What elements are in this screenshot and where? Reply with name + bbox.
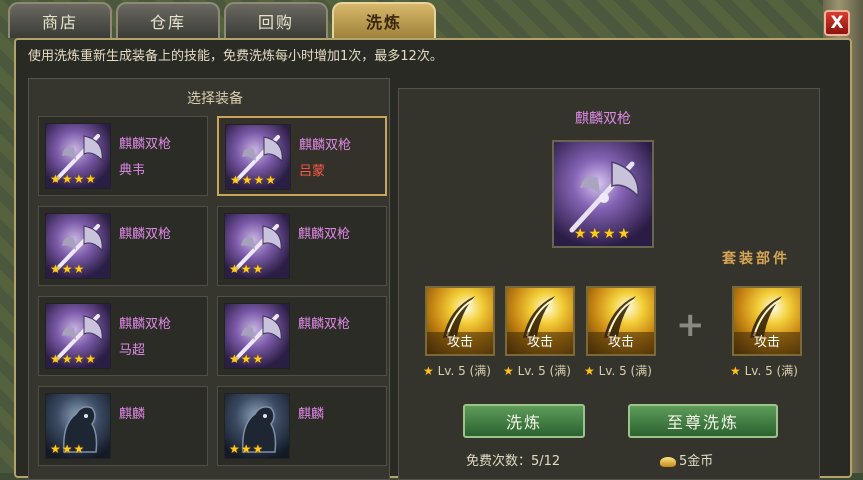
gold-cost-text: 5金币: [679, 454, 714, 469]
tab-refine[interactable]: 洗炼: [332, 2, 436, 38]
item-stars: ★★★★: [230, 173, 278, 187]
star-icon: ★: [584, 364, 595, 378]
free-refine-count: 免费次数：5/12: [466, 454, 561, 469]
item-stars: ★★★: [229, 262, 265, 276]
item-owner: 吕蒙: [299, 164, 326, 179]
skill-level: ★ Lv. 5 (满): [730, 362, 814, 379]
selected-item-title: 麒麟双枪: [575, 111, 631, 127]
item-name: 麒麟双枪: [119, 227, 172, 242]
skill-level-text: Lv. 5 (满): [437, 364, 491, 378]
equipment-slot[interactable]: ★★★★ 麒麟双枪马超: [38, 296, 208, 376]
skill-level: ★ Lv. 5 (满): [584, 362, 668, 379]
tab-warehouse[interactable]: 仓库: [116, 2, 220, 38]
equipment-slot[interactable]: ★★★ 麒麟双枪: [217, 296, 387, 376]
skill-level: ★ Lv. 5 (满): [423, 362, 507, 379]
weapon-icon: ★★★: [224, 213, 290, 279]
equipment-slot[interactable]: ★★★★ 麒麟双枪吕蒙: [217, 116, 387, 196]
gold-cost: 5金币: [660, 450, 713, 469]
skill-label: 攻击: [427, 332, 493, 354]
equipment-slot[interactable]: ★★★ 麒麟双枪: [38, 206, 208, 286]
skill-attack-icon[interactable]: 攻击: [732, 286, 802, 356]
equipment-slot[interactable]: ★★★★ 麒麟双枪典韦: [38, 116, 208, 196]
item-name: 麒麟: [119, 407, 146, 422]
plus-icon: +: [676, 305, 705, 345]
tab-bar: 商店 仓库 回购 洗炼: [8, 0, 436, 38]
item-owner: 马超: [119, 343, 146, 358]
mount-icon: ★★★: [45, 393, 111, 459]
equipment-list-title: 选择装备: [187, 91, 243, 107]
star-icon: ★: [503, 364, 514, 378]
item-stars: ★★★: [229, 442, 265, 456]
selected-weapon-icon: ★★★★: [552, 140, 654, 248]
equipment-slot[interactable]: ★★★ 麒麟双枪: [217, 206, 387, 286]
item-stars: ★★★: [229, 352, 265, 366]
item-name: 麒麟双枪: [119, 317, 172, 332]
item-owner: 典韦: [119, 163, 146, 178]
skill-level-text: Lv. 5 (满): [517, 364, 571, 378]
skill-attack-icon[interactable]: 攻击: [425, 286, 495, 356]
skill-level-text: Lv. 5 (满): [744, 364, 798, 378]
weapon-icon: ★★★★: [45, 123, 111, 189]
info-text: 使用洗炼重新生成装备上的技能，免费洗炼每小时增加1次，最多12次。: [28, 49, 443, 64]
gold-ingot-icon: [660, 456, 676, 467]
star-icon: ★: [423, 364, 434, 378]
skill-attack-icon[interactable]: 攻击: [586, 286, 656, 356]
item-name: 麒麟双枪: [299, 138, 352, 153]
skill-label: 攻击: [734, 332, 800, 354]
item-stars: ★★★: [50, 442, 86, 456]
item-name: 麒麟双枪: [298, 227, 351, 242]
item-name: 麒麟双枪: [298, 317, 351, 332]
weapon-icon: ★★★★: [45, 303, 111, 369]
skill-attack-icon[interactable]: 攻击: [505, 286, 575, 356]
item-stars: ★★★★: [50, 352, 98, 366]
item-name: 麒麟双枪: [119, 137, 172, 152]
item-name: 麒麟: [298, 407, 325, 422]
weapon-icon: ★★★★: [225, 124, 291, 190]
refine-button[interactable]: 洗炼: [463, 404, 585, 438]
selected-item-stars: ★★★★: [573, 226, 633, 242]
equipment-slot[interactable]: ★★★ 麒麟: [217, 386, 387, 466]
mount-icon: ★★★: [224, 393, 290, 459]
weapon-icon: ★★★: [224, 303, 290, 369]
close-button[interactable]: X: [824, 10, 850, 36]
equipment-slot[interactable]: ★★★ 麒麟: [38, 386, 208, 466]
skill-level-text: Lv. 5 (满): [598, 364, 652, 378]
star-icon: ★: [730, 364, 741, 378]
weapon-icon: ★★★: [45, 213, 111, 279]
skill-label: 攻击: [588, 332, 654, 354]
item-stars: ★★★: [50, 262, 86, 276]
tab-shop[interactable]: 商店: [8, 2, 112, 38]
set-parts-label: 套装部件: [722, 251, 790, 267]
skill-level: ★ Lv. 5 (满): [503, 362, 587, 379]
supreme-refine-button[interactable]: 至尊洗炼: [628, 404, 778, 438]
skill-label: 攻击: [507, 332, 573, 354]
tab-buyback[interactable]: 回购: [224, 2, 328, 38]
item-stars: ★★★★: [50, 172, 98, 186]
